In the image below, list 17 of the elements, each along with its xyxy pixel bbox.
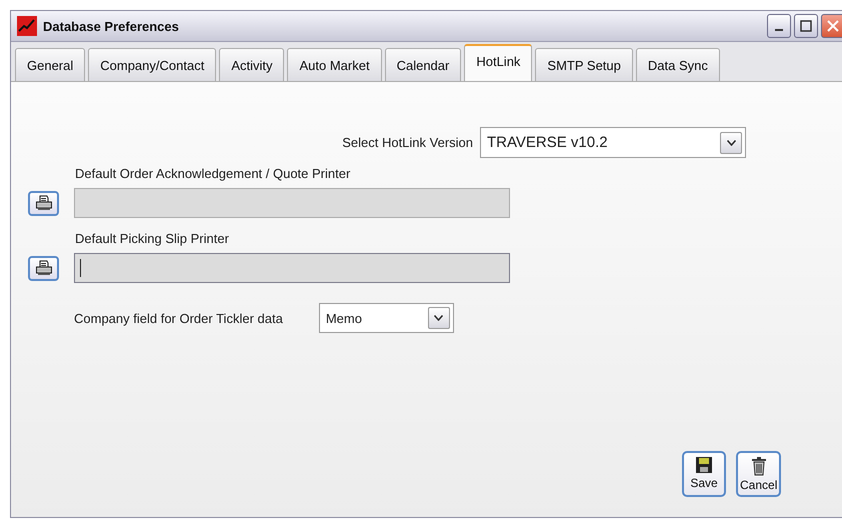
tickler-dropdown[interactable]: Memo bbox=[318, 303, 454, 333]
field-label: Select HotLink Version bbox=[342, 135, 473, 150]
tab[interactable]: Company/Contact bbox=[88, 48, 216, 81]
save-button[interactable]: Save bbox=[682, 451, 726, 497]
field-label: Default Order Acknowledgement / Quote Printer bbox=[75, 166, 352, 181]
tab[interactable]: Data Sync bbox=[636, 48, 720, 81]
window-title: Database Preferences bbox=[43, 18, 180, 34]
field-label: Default Picking Slip Printer bbox=[75, 231, 230, 246]
tab[interactable]: Calendar bbox=[384, 48, 462, 81]
tab[interactable]: General bbox=[15, 48, 86, 81]
tab[interactable]: Activity bbox=[219, 48, 284, 81]
tab[interactable]: HotLink bbox=[464, 44, 532, 81]
version-dropdown[interactable]: TRAVERSE v10.2 bbox=[480, 127, 746, 158]
cancel-button[interactable]: Cancel bbox=[736, 451, 782, 497]
tab[interactable]: Auto Market bbox=[287, 48, 382, 81]
tab[interactable]: SMTP Setup bbox=[535, 48, 633, 81]
field-label: Company field for Order Tickler data bbox=[74, 310, 283, 326]
